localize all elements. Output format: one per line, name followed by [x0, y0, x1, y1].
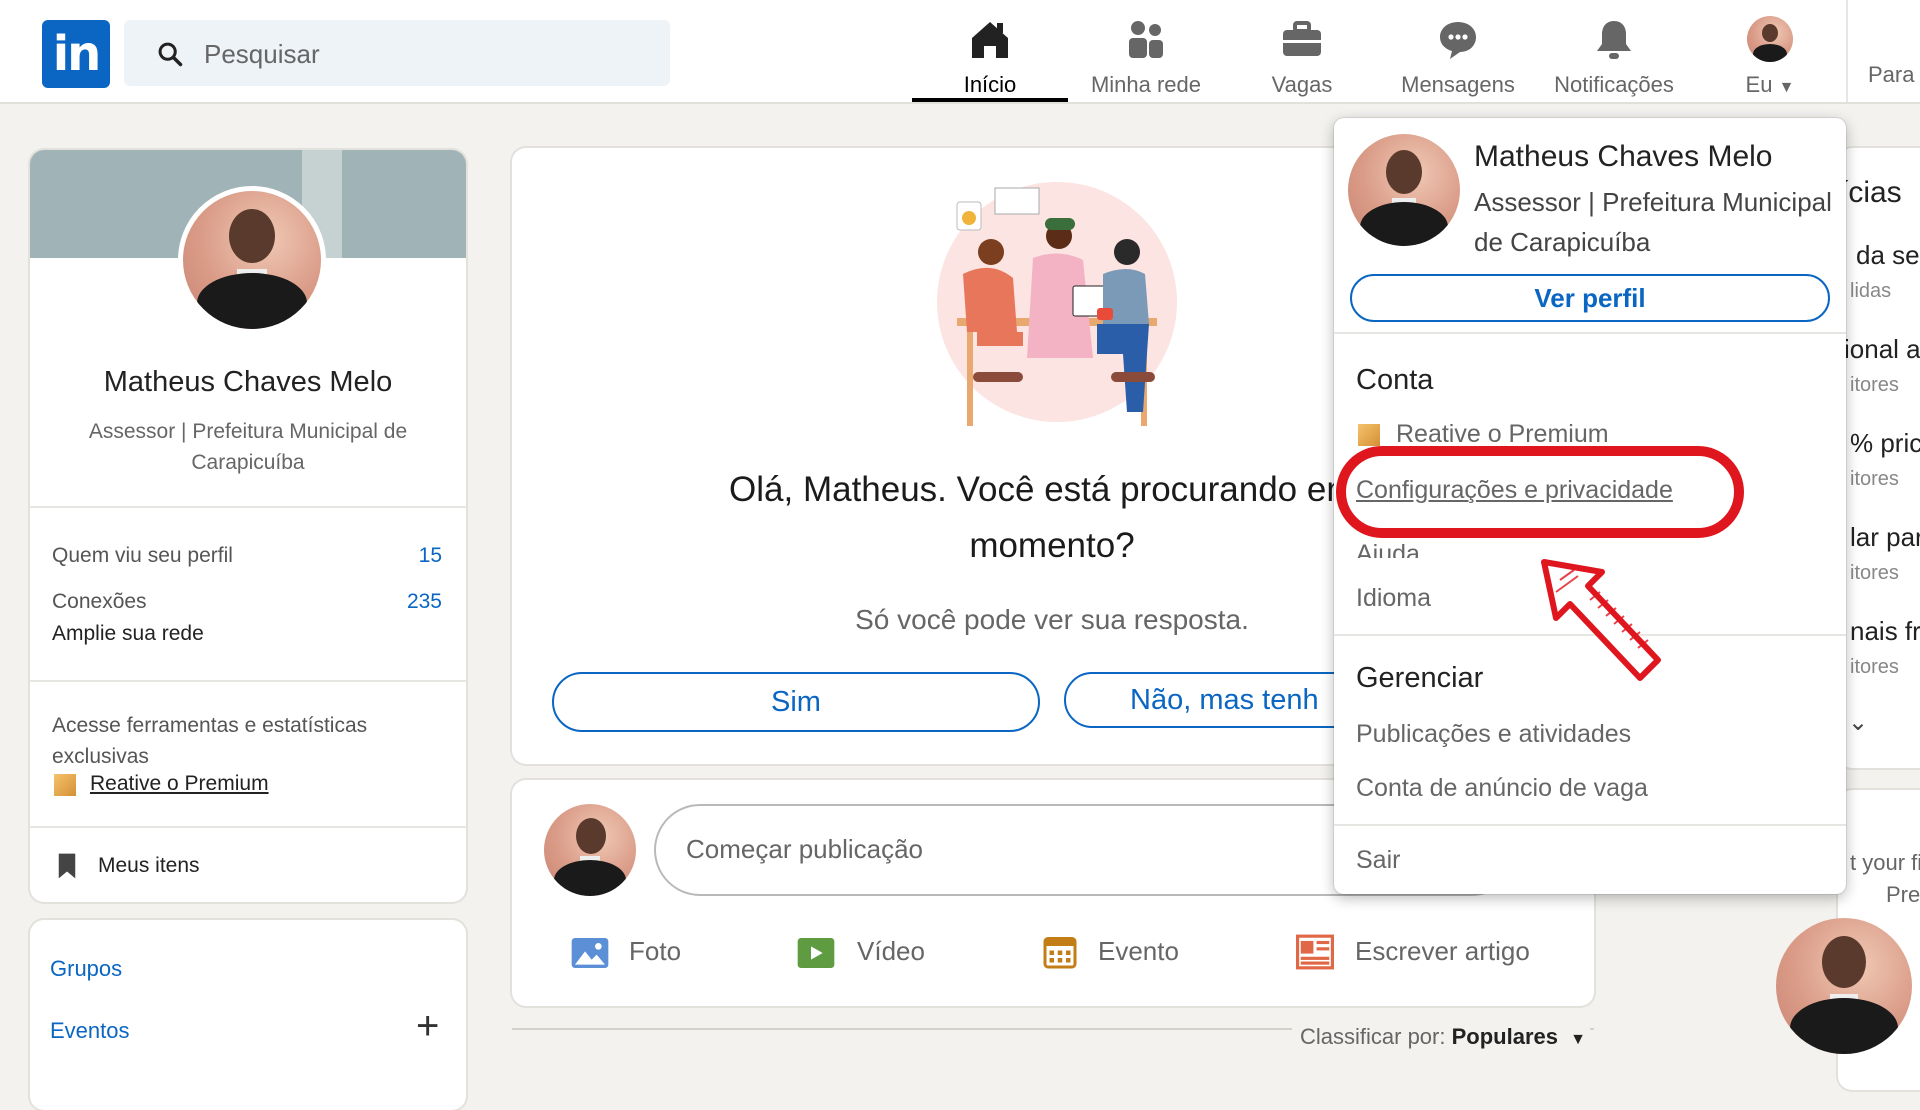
- my-items-link[interactable]: Meus itens: [98, 854, 200, 878]
- caret-down-icon: ▼: [1570, 1031, 1586, 1048]
- annotation-arrow-icon: [1541, 559, 1661, 681]
- video-button[interactable]: Vídeo: [857, 936, 925, 967]
- bookmark-icon: [58, 853, 76, 879]
- nav-for-business[interactable]: Para: [1868, 62, 1914, 88]
- who-viewed-label[interactable]: Quem viu seu perfil: [52, 544, 233, 568]
- view-profile-button[interactable]: Ver perfil: [1350, 274, 1830, 322]
- event-button[interactable]: Evento: [1098, 936, 1179, 967]
- search-bar[interactable]: [124, 20, 670, 86]
- news-title: ícias: [1840, 176, 1902, 209]
- article-icon: [1296, 934, 1334, 970]
- profile-headline: Assessor | Prefeitura Municipal de Carap…: [88, 420, 408, 474]
- groups-card: Grupos Eventos +: [30, 920, 466, 1110]
- message-icon: [1440, 22, 1476, 59]
- news-meta: itores: [1850, 562, 1899, 584]
- nav-notifications[interactable]: Notificações: [1536, 10, 1692, 100]
- events-link[interactable]: Eventos: [50, 1018, 130, 1044]
- news-item[interactable]: ional a: [1844, 334, 1920, 365]
- home-icon: [972, 22, 1008, 58]
- sort-label: Classificar por:: [1300, 1024, 1446, 1049]
- divider: [30, 826, 466, 828]
- nav-avatar: [1747, 16, 1793, 62]
- ad-text: t your fi: [1850, 850, 1920, 875]
- start-post-placeholder: Começar publicação: [686, 834, 924, 864]
- news-meta: lidas: [1850, 280, 1892, 302]
- nav-messaging[interactable]: Mensagens: [1380, 10, 1536, 100]
- help-item[interactable]: Ajuda: [1356, 540, 1420, 558]
- divider: [30, 506, 466, 508]
- news-meta: itores: [1850, 656, 1899, 678]
- premium-icon: [54, 774, 76, 796]
- ad-card: t your fi Pre: [1776, 790, 1920, 1090]
- job-posting-account-item[interactable]: Conta de anúncio de vaga: [1356, 774, 1648, 803]
- illustration-people-meeting: [937, 182, 1177, 426]
- dropdown-headline: Assessor | Prefeitura Municipal de Carap…: [1474, 187, 1832, 257]
- ad-text: Pre: [1886, 882, 1920, 907]
- nav-network-label: Minha rede: [1090, 72, 1202, 97]
- dropdown-name: Matheus Chaves Melo: [1474, 140, 1773, 173]
- nav-home[interactable]: Início: [912, 10, 1068, 100]
- sort-value[interactable]: Populares: [1452, 1024, 1558, 1049]
- search-icon: [158, 42, 183, 67]
- briefcase-icon: [1283, 21, 1321, 56]
- manage-section-header: Gerenciar: [1356, 662, 1484, 694]
- sort-control[interactable]: Classificar por: Populares ▼: [1292, 1024, 1590, 1050]
- news-card: ícias da se lidas ional a itores % pric …: [1838, 148, 1920, 768]
- linkedin-logo-icon[interactable]: in: [42, 20, 110, 88]
- language-item[interactable]: Idioma: [1356, 584, 1431, 613]
- divider: [1334, 332, 1846, 334]
- nav-me-label: Eu ▼: [1745, 72, 1795, 97]
- grow-network-link[interactable]: Amplie sua rede: [52, 622, 204, 646]
- nav-me[interactable]: Eu ▼: [1692, 10, 1848, 100]
- dropdown-avatar[interactable]: [1348, 134, 1460, 246]
- network-icon: [1129, 21, 1163, 58]
- divider: [30, 680, 466, 682]
- event-icon: [1043, 937, 1077, 969]
- photo-button[interactable]: Foto: [629, 936, 681, 967]
- divider: [1334, 824, 1846, 826]
- account-section-header: Conta: [1356, 364, 1434, 396]
- nav-home-label: Início: [963, 72, 1017, 97]
- nav-network[interactable]: Minha rede: [1068, 10, 1224, 100]
- connections-value[interactable]: 235: [407, 590, 442, 614]
- reactivate-premium-link[interactable]: Reative o Premium: [90, 772, 269, 796]
- caret-down-icon: ▼: [1778, 79, 1795, 96]
- reactivate-premium-item[interactable]: Reative o Premium: [1396, 420, 1609, 442]
- add-event-icon[interactable]: +: [416, 1004, 439, 1049]
- share-avatar[interactable]: [544, 804, 636, 896]
- posts-activity-item[interactable]: Publicações e atividades: [1356, 720, 1631, 749]
- news-item[interactable]: nais fr: [1850, 616, 1920, 647]
- news-meta: itores: [1850, 374, 1899, 396]
- video-icon: [797, 938, 835, 968]
- who-viewed-value[interactable]: 15: [419, 544, 442, 568]
- sign-out-item[interactable]: Sair: [1356, 846, 1400, 875]
- news-item[interactable]: % pric: [1850, 428, 1920, 459]
- nav-messaging-label: Mensagens: [1401, 72, 1515, 97]
- premium-icon: [1358, 424, 1380, 446]
- search-input[interactable]: [202, 33, 646, 75]
- nav-jobs-label: Vagas: [1271, 72, 1333, 97]
- yes-button[interactable]: Sim: [552, 672, 1040, 732]
- profile-avatar[interactable]: [178, 186, 326, 334]
- groups-link[interactable]: Grupos: [50, 956, 122, 982]
- premium-promo-text: Acesse ferramentas e estatísticas exclus…: [52, 714, 368, 768]
- bell-icon: [1597, 21, 1631, 59]
- connections-label[interactable]: Conexões: [52, 590, 147, 614]
- write-article-button[interactable]: Escrever artigo: [1355, 936, 1530, 967]
- nav-notifications-label: Notificações: [1554, 72, 1674, 97]
- ad-avatar: [1776, 918, 1912, 1054]
- highlight-oval: [1336, 446, 1744, 538]
- news-item[interactable]: lar par: [1850, 522, 1920, 553]
- profile-card: Matheus Chaves Melo Assessor | Prefeitur…: [30, 150, 466, 902]
- news-meta: itores: [1850, 468, 1899, 490]
- profile-name[interactable]: Matheus Chaves Melo: [30, 366, 466, 399]
- nav-jobs[interactable]: Vagas: [1224, 10, 1380, 100]
- news-item[interactable]: da se: [1856, 240, 1920, 271]
- active-tab-indicator: [912, 98, 1068, 102]
- photo-icon: [571, 938, 609, 968]
- chevron-down-icon[interactable]: ⌄: [1848, 708, 1868, 737]
- nav-divider: [1846, 0, 1848, 102]
